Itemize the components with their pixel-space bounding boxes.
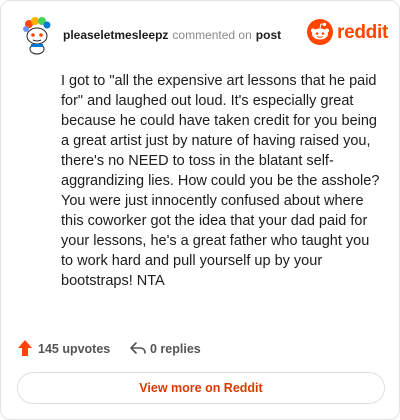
comment-byline: pleaseletmesleepz commented on post <box>63 28 281 42</box>
brand-wordmark: reddit <box>337 22 388 43</box>
upvote-arrow-icon <box>18 340 32 356</box>
embedded-comment-card: pleaseletmesleepz commented on post reddit… <box>0 0 400 420</box>
view-more-button[interactable]: View more on Reddit <box>17 372 385 404</box>
comment-body: I got to "all the expensive art lessons … <box>61 73 380 289</box>
reddit-logo-icon <box>307 19 333 45</box>
action-text: commented on <box>172 28 252 42</box>
username-link[interactable]: pleaseletmesleepz <box>63 28 168 42</box>
user-avatar-icon[interactable] <box>17 15 57 55</box>
reply-arrow-icon <box>130 342 146 354</box>
post-link[interactable]: post <box>256 28 281 42</box>
comment-header: pleaseletmesleepz commented on post reddit <box>17 15 388 55</box>
upvotes-count: 145 upvotes <box>38 342 111 356</box>
replies-count: 0 replies <box>150 342 201 356</box>
reddit-logo[interactable]: reddit <box>307 19 388 47</box>
